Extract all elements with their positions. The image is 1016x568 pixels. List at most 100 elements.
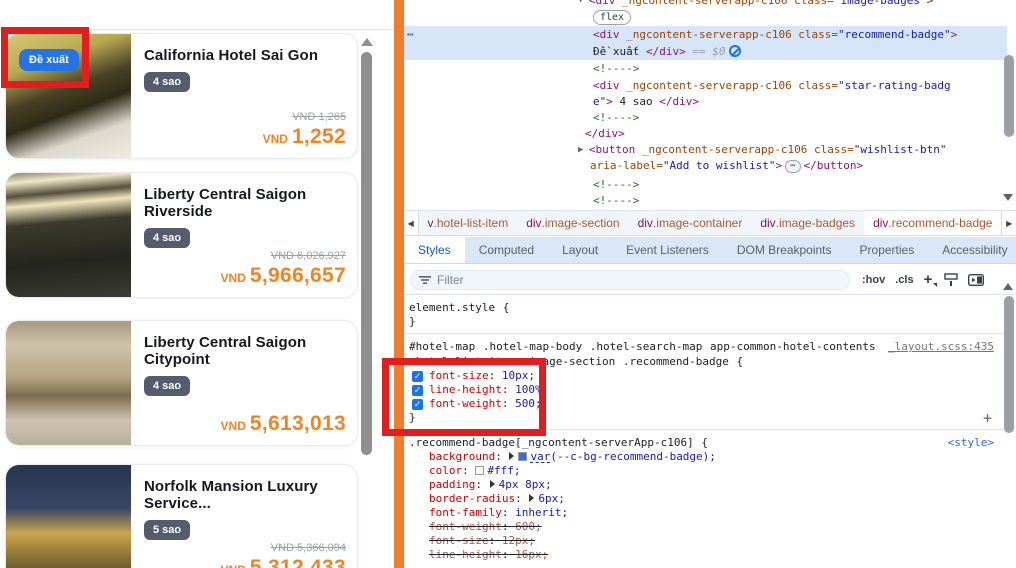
- css-property[interactable]: border-radius: 6px;: [409, 492, 1004, 506]
- styles-tab-bar: Styles Computed Layout Event Listeners DOM B…: [404, 237, 1016, 264]
- new-style-rule-button[interactable]: +: [924, 271, 938, 288]
- inspect-marker-icon: [729, 45, 742, 57]
- dom-tree-line[interactable]: ▶ <button _ngcontent-serverapp-c106 clas…: [578, 141, 946, 158]
- dom-tree-line[interactable]: ▾ <div _ngcontent-serverapp-c106 class="…: [578, 0, 933, 9]
- star-rating-badge: 4 sao: [144, 228, 191, 248]
- price-box: VND 6,026,927 VND 5,966,657: [221, 250, 346, 288]
- hotel-card-body: California Hotel Sai Gon 4 sao VND 1,265 VN…: [131, 34, 357, 158]
- dom-tree-line[interactable]: Đề xuất </div> == $0: [593, 43, 742, 60]
- hotel-card-body: Liberty Central Saigon Riverside 4 sao VND…: [131, 173, 357, 297]
- hotel-name: Liberty Central Saigon Citypoint: [144, 334, 307, 368]
- dom-tree-line[interactable]: aria-label="Add to wishlist"> ⋯ </button>: [590, 157, 863, 174]
- star-rating-badge: 4 sao: [144, 72, 191, 92]
- toggle-class-button[interactable]: .cls: [895, 274, 913, 286]
- current-price: VND 5,966,657: [220, 264, 346, 287]
- computed-sidebar-toggle-icon[interactable]: [968, 273, 985, 286]
- hotel-photo: [6, 321, 131, 445]
- color-swatch[interactable]: [475, 466, 485, 475]
- color-swatch[interactable]: [518, 452, 528, 461]
- hotel-card-body: Norfolk Mansion Luxury Service... 5 sao VN…: [131, 465, 357, 568]
- dom-tree-line[interactable]: <!---->: [593, 60, 639, 77]
- annotation-rect-css-props: [382, 358, 546, 436]
- filter-input[interactable]: Filter: [410, 269, 850, 290]
- tab-dom-breakpoints[interactable]: DOM Breakpoints: [723, 237, 846, 263]
- devtools-divider[interactable]: [394, 0, 404, 568]
- css-property[interactable]: padding: 4px 8px;: [409, 478, 1004, 492]
- dom-tree-line[interactable]: <!---->: [593, 176, 639, 193]
- tab-styles[interactable]: Styles: [404, 237, 465, 263]
- price-box: VND 5,613,013: [221, 412, 346, 436]
- hotel-card[interactable]: Norfolk Mansion Luxury Service... 5 sao VN…: [5, 464, 358, 568]
- hotel-name: Liberty Central Saigon Riverside: [144, 186, 307, 220]
- styles-filter-row: Filter :hov .cls +: [404, 265, 1016, 295]
- styles-scrollbar[interactable]: [1004, 296, 1014, 433]
- current-price: VND5,312,433: [221, 556, 346, 568]
- breadcrumb-right-icon[interactable]: ▶: [1001, 211, 1016, 235]
- scroll-up-icon[interactable]: [361, 38, 373, 46]
- css-property[interactable]: color: #fff;: [409, 464, 1004, 478]
- rendering-brush-icon[interactable]: [944, 272, 959, 287]
- scroll-up-icon[interactable]: [1003, 283, 1013, 290]
- star-rating-badge: 5 sao: [144, 520, 191, 540]
- breadcrumb-left-icon[interactable]: ◀: [404, 211, 419, 235]
- dom-tree-line[interactable]: <!---->: [593, 192, 639, 209]
- stylesheet-link[interactable]: _layout.scss:435: [888, 340, 994, 353]
- hotel-photo: [6, 173, 131, 297]
- dom-tree-line[interactable]: e"> 4 sao </div>: [593, 93, 699, 110]
- css-selector: element.style {: [409, 301, 510, 314]
- breadcrumb: ◀ v .hotel-list-item div .image-section div.…: [404, 210, 1016, 236]
- css-property[interactable]: font-family: inherit;: [409, 506, 1004, 520]
- price-box: VND 1,265 VND 1,252: [263, 111, 346, 149]
- hotel-list-scrollbar[interactable]: [361, 52, 372, 455]
- breadcrumb-item[interactable]: div .image-section: [517, 211, 628, 235]
- tab-properties[interactable]: Properties: [846, 237, 929, 263]
- css-rule[interactable]: element.style {}: [404, 295, 1004, 333]
- expand-value-icon[interactable]: [529, 494, 535, 502]
- toggle-hover-state-button[interactable]: :hov: [862, 274, 885, 286]
- annotation-rect-badge: [1, 27, 89, 88]
- page-header: [0, 0, 394, 30]
- scroll-down-icon[interactable]: [1003, 194, 1013, 201]
- css-var-link[interactable]: var: [530, 450, 550, 463]
- filter-placeholder: Filter: [437, 272, 464, 287]
- css-property[interactable]: line-height: 16px;: [409, 548, 1004, 562]
- dom-tree-line[interactable]: flex: [593, 8, 632, 25]
- hotel-name: California Hotel Sai Gon: [144, 47, 319, 64]
- dom-tree-line[interactable]: <div _ngcontent-serverapp-c106 class="st…: [593, 77, 951, 94]
- hotel-card[interactable]: Liberty Central Saigon Citypoint 4 sao VND…: [5, 320, 358, 446]
- breadcrumb-item[interactable]: div .image-badges: [751, 211, 864, 235]
- old-price: VND 6,026,927: [270, 250, 346, 262]
- add-property-icon[interactable]: +: [983, 409, 992, 427]
- star-rating-badge: 4 sao: [144, 376, 191, 396]
- elements-tree: ⋯ ▾ <div _ngcontent-serverapp-c106 class…: [404, 0, 1016, 210]
- hotel-photo: [6, 465, 131, 568]
- css-property[interactable]: font-weight: 600;: [409, 520, 1004, 534]
- css-property[interactable]: font-size: 12px;: [409, 534, 1004, 548]
- stylesheet-link[interactable]: <style>: [948, 436, 994, 449]
- hotel-card[interactable]: Liberty Central Saigon Riverside 4 sao VND…: [5, 172, 358, 298]
- breadcrumb-item[interactable]: v .hotel-list-item: [419, 211, 518, 235]
- tab-computed[interactable]: Computed: [465, 237, 548, 263]
- element-options-icon[interactable]: ⋯: [407, 28, 415, 41]
- tab-event-listeners[interactable]: Event Listeners: [612, 237, 723, 263]
- old-price: VND 1,265: [292, 111, 346, 123]
- expand-value-icon[interactable]: [489, 480, 495, 488]
- breadcrumb-item[interactable]: div .recommend-badge: [864, 211, 1002, 235]
- elements-scrollbar[interactable]: [1004, 55, 1014, 137]
- expand-value-icon[interactable]: [509, 452, 515, 460]
- dom-tree-line[interactable]: <div _ngcontent-serverapp-c106 class="re…: [593, 26, 957, 43]
- expand-node-icon[interactable]: ⋯: [785, 160, 801, 173]
- dom-tree-line[interactable]: </div>: [585, 125, 625, 142]
- breadcrumb-item[interactable]: div .image-container: [629, 211, 752, 235]
- old-price: VND 5,366,094: [270, 542, 346, 554]
- tab-accessibility[interactable]: Accessibility: [928, 237, 1016, 263]
- css-selector: .recommend-badge[_ngcontent-serverApp-c1…: [409, 436, 709, 449]
- tab-layout[interactable]: Layout: [548, 237, 612, 263]
- screenshot-root: Đề xuất California Hotel Sai Gon 4 sao VND …: [0, 0, 1016, 568]
- css-property[interactable]: background: var(--c-bg-recommend-badge);: [409, 450, 1004, 464]
- css-rule[interactable]: .recommend-badge[_ngcontent-serverApp-c1…: [404, 430, 1004, 566]
- flex-badge[interactable]: flex: [593, 10, 632, 25]
- filter-icon: [419, 275, 431, 284]
- devtools-panel: ⋯ ▾ <div _ngcontent-serverapp-c106 class…: [404, 0, 1016, 568]
- dom-tree-line[interactable]: <!---->: [593, 109, 639, 126]
